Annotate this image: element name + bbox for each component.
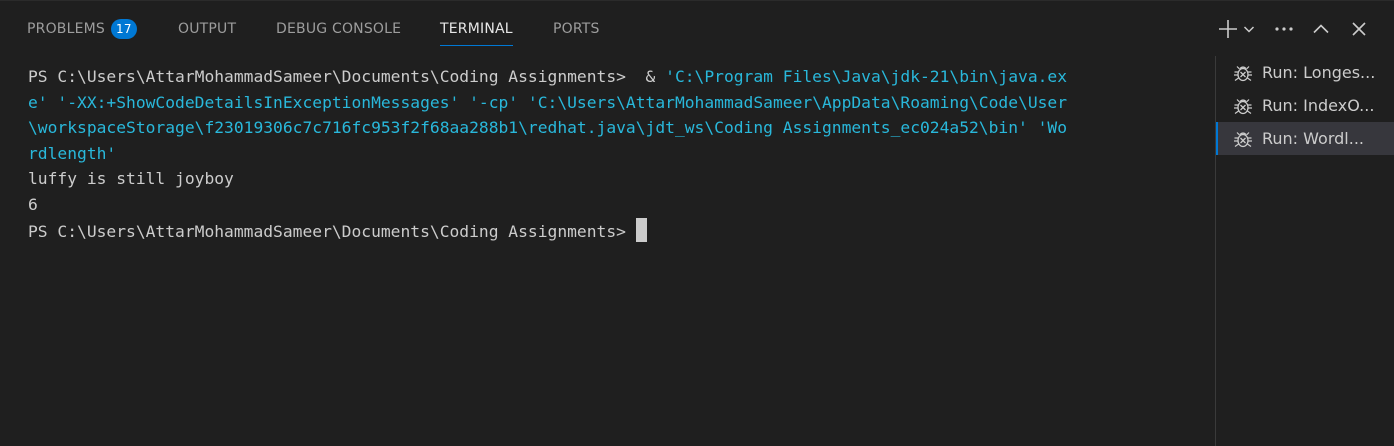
tab-problems-label: PROBLEMS [27, 20, 106, 37]
tab-terminal-label: TERMINAL [440, 20, 513, 37]
terminal-tab-label: Run: Wordl... [1262, 129, 1364, 148]
chevron-down-icon [1243, 26, 1255, 33]
terminal-tab-item-selected[interactable]: Run: Wordl... [1216, 122, 1394, 155]
tab-output[interactable]: OUTPUT [178, 1, 236, 56]
terminal-tab-item[interactable]: Run: Longes... [1216, 56, 1394, 89]
debug-icon [1232, 128, 1254, 150]
more-actions-button[interactable] [1270, 15, 1298, 43]
tab-output-label: OUTPUT [178, 20, 237, 37]
chevron-up-icon [1313, 24, 1329, 34]
debug-icon [1232, 95, 1254, 117]
terminal-line: e' '-XX:+ShowCodeDetailsInExceptionMessa… [28, 92, 1068, 112]
panel-tab-bar: PROBLEMS 17 OUTPUT DEBUG CONSOLE TERMINA… [0, 1, 1394, 56]
maximize-panel-button[interactable] [1307, 15, 1335, 43]
tab-ports-label: PORTS [553, 20, 600, 37]
terminal-tab-item[interactable]: Run: IndexO... [1216, 89, 1394, 122]
terminal-line: PS C:\Users\AttarMohammadSameer\Document… [28, 64, 1215, 90]
terminal-line: \workspaceStorage\f23019306c7c716fc953f2… [28, 118, 1068, 138]
debug-icon [1232, 62, 1254, 84]
plus-icon [1219, 20, 1237, 38]
terminal-tab-label: Run: IndexO... [1262, 96, 1375, 115]
terminal-tab-label: Run: Longes... [1262, 63, 1376, 82]
terminal-command-string: 'C:\Program Files\Java\jdk-21\bin\java.e… [665, 67, 1068, 86]
terminal-line: PS C:\Users\AttarMohammadSameer\Document… [28, 217, 1215, 244]
more-icon [1275, 27, 1293, 31]
tab-problems[interactable]: PROBLEMS 17 [27, 1, 137, 56]
close-icon [1352, 22, 1366, 36]
terminal-panel: PROBLEMS 17 OUTPUT DEBUG CONSOLE TERMINA… [0, 0, 1394, 446]
terminal-prompt: PS C:\Users\AttarMohammadSameer\Document… [28, 67, 666, 86]
terminal-cursor [635, 217, 647, 242]
close-panel-button[interactable] [1345, 15, 1373, 43]
terminal-prompt: PS C:\Users\AttarMohammadSameer\Document… [28, 221, 636, 241]
tab-terminal[interactable]: TERMINAL [440, 1, 513, 56]
tab-debug-console[interactable]: DEBUG CONSOLE [276, 1, 401, 56]
terminal-output[interactable]: PS C:\Users\AttarMohammadSameer\Document… [0, 56, 1215, 446]
launch-profile-button[interactable] [1239, 15, 1259, 43]
tab-ports[interactable]: PORTS [553, 1, 600, 56]
new-terminal-button[interactable] [1214, 15, 1242, 43]
tab-debug-console-label: DEBUG CONSOLE [276, 20, 402, 37]
terminal-line: rdlength' [28, 143, 117, 163]
terminal-line: 6 [28, 194, 38, 214]
terminal-tabs-list: Run: Longes... Run: IndexO... Run: Wordl… [1215, 56, 1394, 446]
problems-count-badge: 17 [111, 18, 137, 39]
terminal-line: luffy is still joyboy [28, 169, 234, 189]
